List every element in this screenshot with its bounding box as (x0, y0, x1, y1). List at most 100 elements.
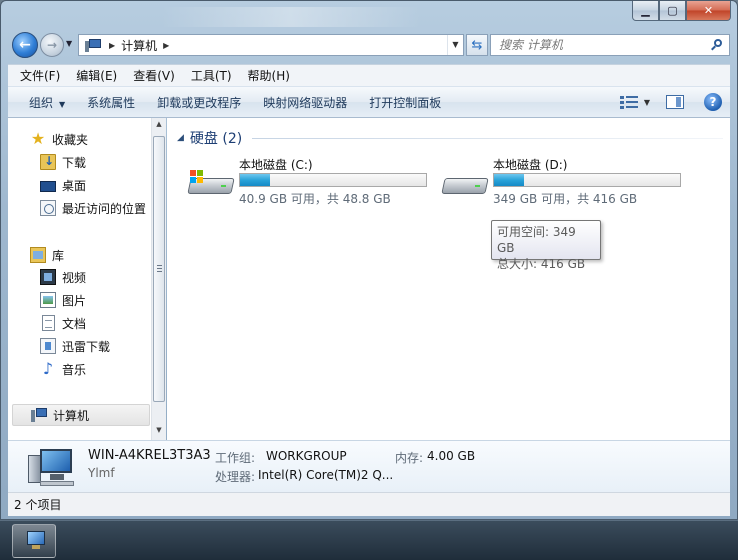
memory-value: 4.00 GB (427, 449, 476, 463)
sidebar-item-pictures[interactable]: 图片 (8, 289, 151, 311)
drive-name: 本地磁盘 (D:) (493, 158, 568, 172)
drive-space-info: 349 GB 可用，共 416 GB (493, 192, 638, 206)
map-network-drive-button[interactable]: 映射网络驱动器 (252, 94, 358, 111)
computer-icon (85, 38, 103, 52)
group-divider (252, 137, 723, 139)
organize-label: 组织 (29, 95, 54, 110)
group-title: 硬盘 (2) (189, 131, 243, 147)
sidebar-item-desktop[interactable]: 桌面 (8, 174, 151, 196)
chevron-down-icon: ▼ (59, 99, 66, 109)
menu-edit[interactable]: 编辑(E) (68, 66, 125, 86)
group-header-hard-disks[interactable]: ◢ 硬盘 (2) (177, 128, 723, 148)
organize-button[interactable]: 组织 ▼ (18, 94, 76, 111)
recent-places-icon (40, 200, 56, 216)
maximize-button[interactable]: ▢ (659, 1, 686, 21)
breadcrumb-arrow-icon[interactable]: ▶ (163, 41, 169, 50)
search-icon[interactable] (711, 39, 723, 51)
drive-space-info: 40.9 GB 可用，共 48.8 GB (239, 192, 391, 206)
sidebar-item-downloads[interactable]: 下载 (8, 151, 151, 173)
processor-value: Intel(R) Core(TM)2 Q... (258, 468, 394, 482)
computer-icon (31, 407, 47, 423)
video-icon (40, 269, 56, 285)
navigation-scrollbar[interactable]: ▲ ▼ (151, 118, 166, 440)
caption-buttons: ▁ ▢ ✕ (632, 1, 731, 21)
address-dropdown-icon[interactable]: ▼ (447, 35, 463, 55)
desktop-icon (40, 180, 56, 192)
system-properties-button[interactable]: 系统属性 (76, 94, 146, 111)
sidebar-item-computer[interactable]: 计算机 (12, 404, 150, 426)
sidebar-item-label: 文档 (62, 316, 87, 331)
search-box[interactable] (490, 34, 730, 56)
sidebar-item-label: 音乐 (62, 362, 87, 377)
search-input[interactable] (491, 38, 691, 52)
view-options-dropdown-icon[interactable]: ▼ (644, 98, 650, 107)
sidebar-item-documents[interactable]: 文档 (8, 312, 151, 334)
sidebar-item-label: 图片 (62, 293, 87, 308)
sidebar-item-label: 迅雷下载 (62, 339, 111, 354)
menu-help[interactable]: 帮助(H) (240, 66, 298, 86)
tooltip-free-space: 可用空间: 349 GB (497, 225, 576, 255)
sidebar-item-music[interactable]: ♪ 音乐 (8, 358, 151, 380)
sidebar-item-favorites[interactable]: ★ 收藏夹 (8, 128, 151, 150)
breadcrumb-arrow-icon[interactable]: ▶ (109, 41, 115, 50)
hard-drive-icon (441, 170, 489, 200)
workgroup-value: WORKGROUP (266, 449, 347, 463)
minimize-button[interactable]: ▁ (632, 1, 659, 21)
title-bar (161, 7, 421, 27)
computer-large-icon (26, 447, 76, 489)
open-control-panel-button[interactable]: 打开控制面板 (358, 94, 452, 111)
drive-usage-bar (493, 173, 681, 187)
menu-tools[interactable]: 工具(T) (183, 66, 240, 86)
star-icon: ★ (30, 129, 46, 148)
xunlei-download-icon (40, 338, 56, 354)
scroll-up-icon[interactable]: ▲ (152, 120, 166, 132)
computer-subtitle: Ylmf (88, 466, 115, 480)
computer-name: WIN-A4KREL3T3A3 (88, 448, 211, 463)
menu-view[interactable]: 查看(V) (125, 66, 183, 86)
back-button[interactable]: ← (12, 32, 38, 58)
scroll-down-icon[interactable]: ▼ (152, 426, 166, 438)
help-icon[interactable]: ? (704, 93, 722, 111)
taskbar (0, 520, 738, 560)
change-view-icon[interactable] (619, 95, 638, 109)
picture-icon (40, 292, 56, 308)
sidebar-item-libraries[interactable]: 库 (8, 244, 151, 266)
forward-button[interactable]: → (40, 33, 64, 57)
menu-file[interactable]: 文件(F) (12, 66, 68, 86)
music-note-icon: ♪ (42, 359, 54, 378)
uninstall-program-button[interactable]: 卸载或更改程序 (146, 94, 252, 111)
sidebar-item-label: 收藏夹 (52, 132, 89, 147)
sidebar-item-videos[interactable]: 视频 (8, 266, 151, 288)
sidebar-item-label: 计算机 (53, 408, 90, 423)
refresh-button[interactable]: ⇆ (466, 34, 488, 56)
navigation-pane: ★ 收藏夹 下载 桌面 最近访问的位置 库 视频 图片 文档 迅雷下载 ♪ 音乐… (8, 118, 166, 440)
grip-icon (157, 265, 162, 272)
library-icon (30, 247, 46, 263)
sidebar-item-xunlei-downloads[interactable]: 迅雷下载 (8, 335, 151, 357)
drive-tooltip: 可用空间: 349 GB 总大小: 416 GB (491, 220, 601, 271)
command-bar: 组织 ▼ 系统属性 卸载或更改程序 映射网络驱动器 打开控制面板 ▼ ? (8, 86, 730, 118)
scroll-thumb[interactable] (153, 136, 165, 402)
sidebar-item-recent-places[interactable]: 最近访问的位置 (8, 197, 151, 219)
menu-bar: 文件(F) 编辑(E) 查看(V) 工具(T) 帮助(H) (8, 64, 730, 86)
recent-pages-dropdown-icon[interactable]: ▼ (66, 39, 72, 48)
drive-c[interactable]: 本地磁盘 (C:) 40.9 GB 可用，共 48.8 GB (187, 156, 437, 206)
close-button[interactable]: ✕ (686, 1, 731, 21)
address-bar[interactable]: ▶ 计算机 ▶ ▼ (78, 34, 464, 56)
sidebar-item-label: 下载 (62, 155, 87, 170)
sidebar-item-label: 视频 (62, 270, 87, 285)
drive-d[interactable]: 本地磁盘 (D:) 349 GB 可用，共 416 GB (441, 156, 691, 206)
status-bar: 2 个项目 (8, 492, 730, 516)
preview-pane-icon[interactable] (666, 95, 684, 109)
drive-usage-fill (494, 174, 524, 186)
content-pane: ◢ 硬盘 (2) 本地磁盘 (C:) 40.9 GB 可用，共 48.8 GB … (167, 118, 730, 440)
taskbar-explorer-button[interactable] (12, 524, 56, 558)
downloads-folder-icon (40, 154, 56, 170)
details-pane: WIN-A4KREL3T3A3 Ylmf 工作组: WORKGROUP 内存: … (8, 440, 730, 492)
workgroup-label: 工作组: (215, 451, 256, 465)
collapse-triangle-icon[interactable]: ◢ (177, 133, 184, 143)
drive-usage-bar (239, 173, 427, 187)
item-count: 2 个项目 (14, 498, 62, 512)
refresh-icon: ⇆ (471, 37, 483, 53)
breadcrumb-computer[interactable]: 计算机 (121, 37, 157, 54)
